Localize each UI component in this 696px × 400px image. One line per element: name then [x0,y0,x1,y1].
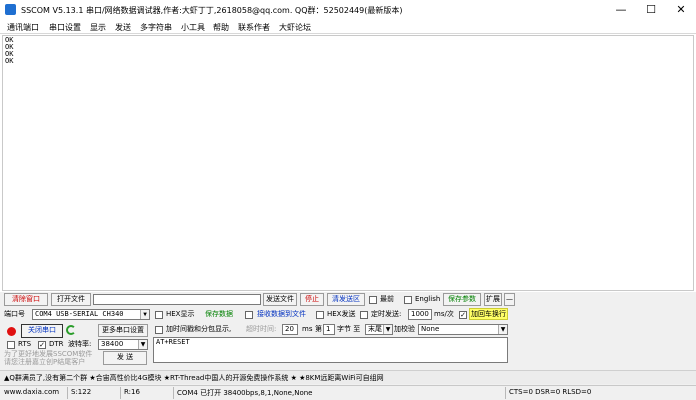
menu-comm-port[interactable]: 通讯端口 [7,22,39,33]
baud-value: 38400 [101,340,124,348]
ticker-text: ▲Q群满员了,没有第二个群 ★合宙高性价比4G模块 ★RT-Thread中国人的… [4,374,384,382]
receive-line: OK [5,57,14,65]
receive-line: OK [5,50,14,58]
dtr-label: DTR [49,340,64,348]
receive-area[interactable]: OK OK OK OK [2,35,694,291]
clear-window-button[interactable]: 清除窗口 [4,293,48,306]
end-select[interactable]: 末尾 ▼ [365,324,393,335]
checksum-value: None [421,325,440,333]
status-port-state: COM4 已打开 38400bps,8,1,None,None [177,389,313,397]
chevron-down-icon: ▼ [140,310,149,319]
menu-contact-author[interactable]: 联系作者 [238,22,270,33]
topmost-label: 最前 [380,295,394,303]
baud-label: 波特率: [68,340,92,348]
status-divider [505,387,506,399]
control-panel: 清除窗口 打开文件 发送文件 停止 清发送区 最前 English 保存参数 扩… [0,292,696,385]
chevron-down-icon: ▼ [498,325,507,334]
refresh-icon[interactable] [66,325,76,335]
dtr-checkbox[interactable]: ✓ [38,341,46,349]
promo-line-2: 请您注册嘉立创P结尾客户 [4,358,86,366]
ticker-bar: ▲Q群满员了,没有第二个群 ★合宙高性价比4G模块 ★RT-Thread中国人的… [0,370,696,384]
port-select[interactable]: COM4 USB-SERIAL CH340 ▼ [32,309,150,320]
byte-prefix: 第 [315,325,322,333]
menu-tools[interactable]: 小工具 [181,22,205,33]
end-value: 末尾 [368,325,382,333]
checksum-label: 加校验 [394,325,415,333]
port-value: COM4 USB-SERIAL CH340 [35,310,124,318]
add-crlf-checkbox[interactable]: ✓ [459,311,467,319]
window-title: SSCOM V5.13.1 串口/网络数据调试器,作者:大虾丁丁,2618058… [21,6,403,15]
add-crlf-label: 加回车换行 [469,308,508,320]
baud-select[interactable]: 38400 ▼ [98,339,148,350]
open-file-button[interactable]: 打开文件 [51,293,91,306]
recv-to-file-label[interactable]: 接收数据到文件 [257,309,306,319]
timeout-label: 超时时间: [246,325,277,333]
send-textarea[interactable]: AT+RESET [153,337,508,363]
hex-send-checkbox[interactable] [316,311,324,319]
menu-forum[interactable]: 大虾论坛 [279,22,311,33]
chevron-down-icon: ▼ [138,340,147,349]
title-bar: SSCOM V5.13.1 串口/网络数据调试器,作者:大虾丁丁,2618058… [0,0,696,20]
timed-send-checkbox[interactable] [360,311,368,319]
hex-send-label: HEX发送 [327,310,356,318]
menu-bar: 通讯端口 串口设置 显示 发送 多字符串 小工具 帮助 联系作者 大虾论坛 [0,20,696,34]
stop-button[interactable]: 停止 [300,293,324,306]
close-icon[interactable]: ✕ [666,0,696,20]
status-bar: www.daxia.com S:122 R:16 COM4 已打开 38400b… [0,385,696,400]
save-params-button[interactable]: 保存参数 [443,293,481,306]
collapse-button[interactable]: — [504,293,515,306]
timeout-unit: ms [302,325,313,333]
byte-index-input[interactable]: 1 [323,324,335,335]
timestamp-label: 加时间戳和分包显示, [166,325,232,333]
status-divider [67,387,68,399]
app-icon [5,4,16,15]
hex-display-label: HEX显示 [166,310,195,318]
status-site[interactable]: www.daxia.com [4,388,59,396]
port-label: 端口号 [4,310,25,318]
chevron-down-icon: ▼ [383,325,392,334]
menu-multi-string[interactable]: 多字符串 [140,22,172,33]
hex-display-checkbox[interactable] [155,311,163,319]
interval-input[interactable]: 1000 [408,309,432,320]
receive-line: OK [5,36,14,44]
rts-label: RTS [18,340,32,348]
menu-send[interactable]: 发送 [115,22,131,33]
receive-line: OK [5,43,14,51]
menu-serial-settings[interactable]: 串口设置 [49,22,81,33]
timeout-input[interactable]: 20 [282,324,298,335]
close-port-button[interactable]: 关闭串口 [21,324,63,338]
file-path-field[interactable] [93,294,261,305]
expand-button[interactable]: 扩展 [484,293,502,306]
rts-checkbox[interactable] [7,341,15,349]
status-lines: CTS=0 DSR=0 RLSD=0 [509,388,592,396]
interval-unit: ms/次 [434,310,454,318]
clear-send-button[interactable]: 清发送区 [327,293,365,306]
minimize-icon[interactable]: — [606,0,636,20]
status-received: R:16 [124,388,140,396]
menu-display[interactable]: 显示 [90,22,106,33]
timestamp-checkbox[interactable] [155,326,163,334]
recv-to-file-checkbox[interactable] [245,311,253,319]
maximize-icon[interactable]: ☐ [636,0,666,20]
timed-send-label: 定时发送: [371,310,402,318]
port-status-icon [7,327,16,336]
menu-help[interactable]: 帮助 [213,22,229,33]
checksum-select[interactable]: None ▼ [418,324,508,335]
english-checkbox[interactable] [404,296,412,304]
send-button[interactable]: 发 送 [103,351,147,365]
byte-suffix: 字节 至 [337,325,361,333]
status-sent: S:122 [71,388,92,396]
more-settings-button[interactable]: 更多串口设置 [98,324,148,337]
save-data-link[interactable]: 保存数据 [205,309,233,319]
english-label: English [415,295,441,303]
topmost-checkbox[interactable] [369,296,377,304]
send-file-button[interactable]: 发送文件 [263,293,297,306]
status-divider [120,387,121,399]
status-divider [173,387,174,399]
